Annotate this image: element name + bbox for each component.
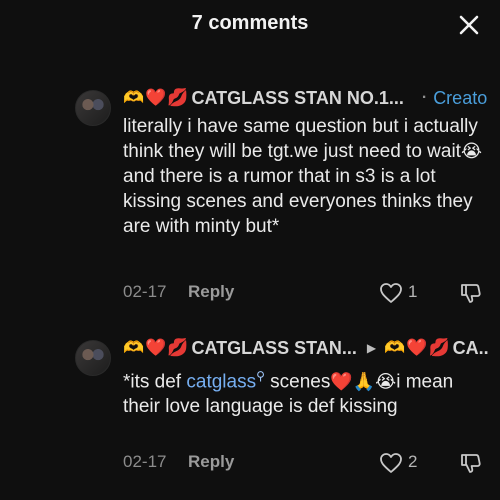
emoji: ❤️ <box>145 338 167 358</box>
comment-text: literally i have same question but i act… <box>123 114 488 239</box>
heart-outline-icon[interactable] <box>378 280 404 306</box>
emoji: 💋 <box>428 338 450 358</box>
emoji: 🫶 <box>123 338 145 358</box>
close-icon[interactable] <box>456 12 482 38</box>
reply-to-username[interactable]: CA... <box>453 338 488 359</box>
emoji: ❤️ <box>406 338 428 358</box>
comment-meta: 02-17 Reply 2 <box>123 452 488 476</box>
comment-text-part: scenes <box>264 371 331 393</box>
comment-author-row: 🫶 ❤️ 💋 CATGLASS STAN... ▶ 🫶 ❤️ 💋 CA... <box>123 336 488 360</box>
reply-button[interactable]: Reply <box>188 452 234 472</box>
avatar[interactable] <box>75 90 111 126</box>
reply-button[interactable]: Reply <box>188 282 234 302</box>
emoji: 💋 <box>167 338 189 358</box>
like-count: 2 <box>408 452 418 471</box>
comment-author-row: 🫶 ❤️ 💋 CATGLASS STAN NO.1... · Creator <box>123 86 488 110</box>
avatar[interactable] <box>75 340 111 376</box>
comments-header: 7 comments <box>0 0 500 52</box>
reply-arrow-icon: ▶ <box>366 341 377 355</box>
emoji: 🫶 <box>384 338 406 358</box>
comment-text-part: literally i have same question but i act… <box>123 116 478 162</box>
heart-outline-icon[interactable] <box>378 450 404 476</box>
emoji: 🫶 <box>123 88 145 108</box>
comment-text-part: *its def <box>123 371 187 393</box>
username[interactable]: CATGLASS STAN NO.1... <box>192 88 404 109</box>
comment-date: 02-17 <box>123 452 167 471</box>
crying-emoji: 😭 <box>460 141 483 162</box>
separator-dot: · <box>421 89 428 106</box>
creator-badge: Creator <box>433 87 488 108</box>
emoji: 💋 <box>167 88 189 108</box>
username[interactable]: CATGLASS STAN... <box>192 338 357 359</box>
comment-text-part: and there is a rumor that in s3 is a lot… <box>123 166 473 237</box>
comment-meta: 02-17 Reply 1 <box>123 282 488 306</box>
like-count: 1 <box>408 282 418 301</box>
comments-title: 7 comments <box>191 12 309 34</box>
emoji-group: ❤️🙏😭 <box>330 371 397 393</box>
comment-text: *its def catglass⚲ scenes❤️🙏😭i mean thei… <box>123 364 488 419</box>
hashtag-link[interactable]: catglass <box>186 371 256 392</box>
emoji: ❤️ <box>145 88 167 108</box>
comment-date: 02-17 <box>123 282 167 301</box>
thumbs-down-icon[interactable] <box>458 450 484 476</box>
search-icon[interactable]: ⚲ <box>256 369 265 383</box>
thumbs-down-icon[interactable] <box>458 280 484 306</box>
